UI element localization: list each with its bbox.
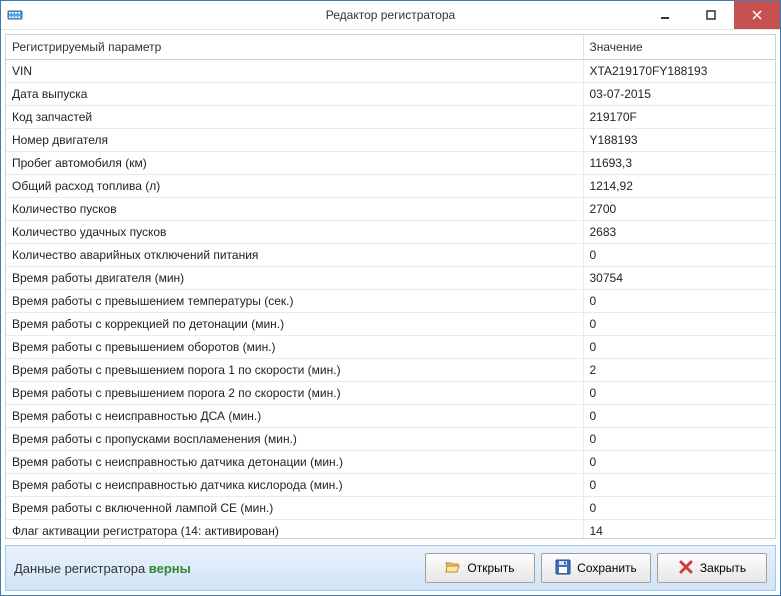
close-button[interactable]: Закрыть <box>657 553 767 583</box>
value-cell: 0 <box>583 405 775 428</box>
param-cell: Количество удачных пусков <box>6 221 583 244</box>
save-button-label: Сохранить <box>577 561 637 575</box>
value-cell: 2700 <box>583 198 775 221</box>
value-cell: 219170F <box>583 106 775 129</box>
parameter-grid[interactable]: Регистрируемый параметр Значение VINXTA2… <box>5 34 776 539</box>
table-row[interactable]: Количество удачных пусков2683 <box>6 221 775 244</box>
column-header-param[interactable]: Регистрируемый параметр <box>6 35 583 60</box>
table-row[interactable]: Флаг активации регистратора (14: активир… <box>6 520 775 540</box>
status-text: Данные регистратора верны <box>14 561 191 576</box>
close-icon <box>678 559 694 578</box>
table-row[interactable]: Количество аварийных отключений питания0 <box>6 244 775 267</box>
titlebar: Редактор регистратора <box>1 1 780 30</box>
table-row[interactable]: Время работы с включенной лампой CE (мин… <box>6 497 775 520</box>
close-window-button[interactable] <box>734 1 780 29</box>
table-row[interactable]: Время работы с неисправностью датчика ки… <box>6 474 775 497</box>
content-area: Регистрируемый параметр Значение VINXTA2… <box>1 30 780 541</box>
value-cell: 1214,92 <box>583 175 775 198</box>
value-cell: Y188193 <box>583 129 775 152</box>
table-row[interactable]: Количество пусков2700 <box>6 198 775 221</box>
param-cell: Время работы с превышением температуры (… <box>6 290 583 313</box>
param-cell: Время работы с превышением порога 2 по с… <box>6 382 583 405</box>
value-cell: 0 <box>583 244 775 267</box>
table-row[interactable]: Код запчастей219170F <box>6 106 775 129</box>
value-cell: 0 <box>583 290 775 313</box>
param-cell: Время работы с пропусками воспламенения … <box>6 428 583 451</box>
value-cell: 0 <box>583 474 775 497</box>
parameter-table: Регистрируемый параметр Значение VINXTA2… <box>6 35 775 539</box>
param-cell: Пробег автомобиля (км) <box>6 152 583 175</box>
value-cell: XTA219170FY188193 <box>583 60 775 83</box>
folder-open-icon <box>445 559 461 578</box>
window-controls <box>642 1 780 29</box>
minimize-button[interactable] <box>642 1 688 29</box>
table-row[interactable]: Время работы с превышением температуры (… <box>6 290 775 313</box>
open-button-label: Открыть <box>467 561 514 575</box>
table-row[interactable]: Общий расход топлива (л)1214,92 <box>6 175 775 198</box>
close-button-label: Закрыть <box>700 561 746 575</box>
value-cell: 0 <box>583 313 775 336</box>
app-icon <box>7 7 23 23</box>
param-cell: Количество аварийных отключений питания <box>6 244 583 267</box>
window-frame: Редактор регистратора Регистрируемый пар… <box>0 0 781 596</box>
value-cell: 0 <box>583 497 775 520</box>
param-cell: Код запчастей <box>6 106 583 129</box>
footer-bar: Данные регистратора верны Открыть Сохран… <box>5 545 776 591</box>
param-cell: Общий расход топлива (л) <box>6 175 583 198</box>
value-cell: 0 <box>583 336 775 359</box>
param-cell: Время работы с превышением порога 1 по с… <box>6 359 583 382</box>
value-cell: 11693,3 <box>583 152 775 175</box>
param-cell: Время работы с превышением оборотов (мин… <box>6 336 583 359</box>
value-cell: 30754 <box>583 267 775 290</box>
table-row[interactable]: Номер двигателяY188193 <box>6 129 775 152</box>
table-row[interactable]: Время работы с превышением порога 1 по с… <box>6 359 775 382</box>
param-cell: Количество пусков <box>6 198 583 221</box>
table-row[interactable]: Время работы с неисправностью ДСА (мин.)… <box>6 405 775 428</box>
table-row[interactable]: Пробег автомобиля (км)11693,3 <box>6 152 775 175</box>
save-button[interactable]: Сохранить <box>541 553 651 583</box>
table-row[interactable]: Время работы с коррекцией по детонации (… <box>6 313 775 336</box>
table-row[interactable]: Время работы с превышением порога 2 по с… <box>6 382 775 405</box>
open-button[interactable]: Открыть <box>425 553 535 583</box>
param-cell: Время работы с включенной лампой CE (мин… <box>6 497 583 520</box>
table-row[interactable]: Дата выпуска03-07-2015 <box>6 83 775 106</box>
param-cell: VIN <box>6 60 583 83</box>
value-cell: 03-07-2015 <box>583 83 775 106</box>
value-cell: 14 <box>583 520 775 540</box>
table-row[interactable]: Время работы с неисправностью датчика де… <box>6 451 775 474</box>
param-cell: Время работы с неисправностью датчика де… <box>6 451 583 474</box>
param-cell: Дата выпуска <box>6 83 583 106</box>
param-cell: Номер двигателя <box>6 129 583 152</box>
table-row[interactable]: Время работы двигателя (мин)30754 <box>6 267 775 290</box>
value-cell: 0 <box>583 451 775 474</box>
maximize-button[interactable] <box>688 1 734 29</box>
table-row[interactable]: Время работы с превышением оборотов (мин… <box>6 336 775 359</box>
param-cell: Флаг активации регистратора (14: активир… <box>6 520 583 540</box>
table-row[interactable]: VINXTA219170FY188193 <box>6 60 775 83</box>
value-cell: 0 <box>583 382 775 405</box>
value-cell: 0 <box>583 428 775 451</box>
column-header-value[interactable]: Значение <box>583 35 775 60</box>
table-row[interactable]: Время работы с пропусками воспламенения … <box>6 428 775 451</box>
value-cell: 2683 <box>583 221 775 244</box>
floppy-icon <box>555 559 571 578</box>
status-ok: верны <box>149 561 191 576</box>
param-cell: Время работы с неисправностью датчика ки… <box>6 474 583 497</box>
value-cell: 2 <box>583 359 775 382</box>
param-cell: Время работы с коррекцией по детонации (… <box>6 313 583 336</box>
status-prefix: Данные регистратора <box>14 561 149 576</box>
param-cell: Время работы с неисправностью ДСА (мин.) <box>6 405 583 428</box>
param-cell: Время работы двигателя (мин) <box>6 267 583 290</box>
